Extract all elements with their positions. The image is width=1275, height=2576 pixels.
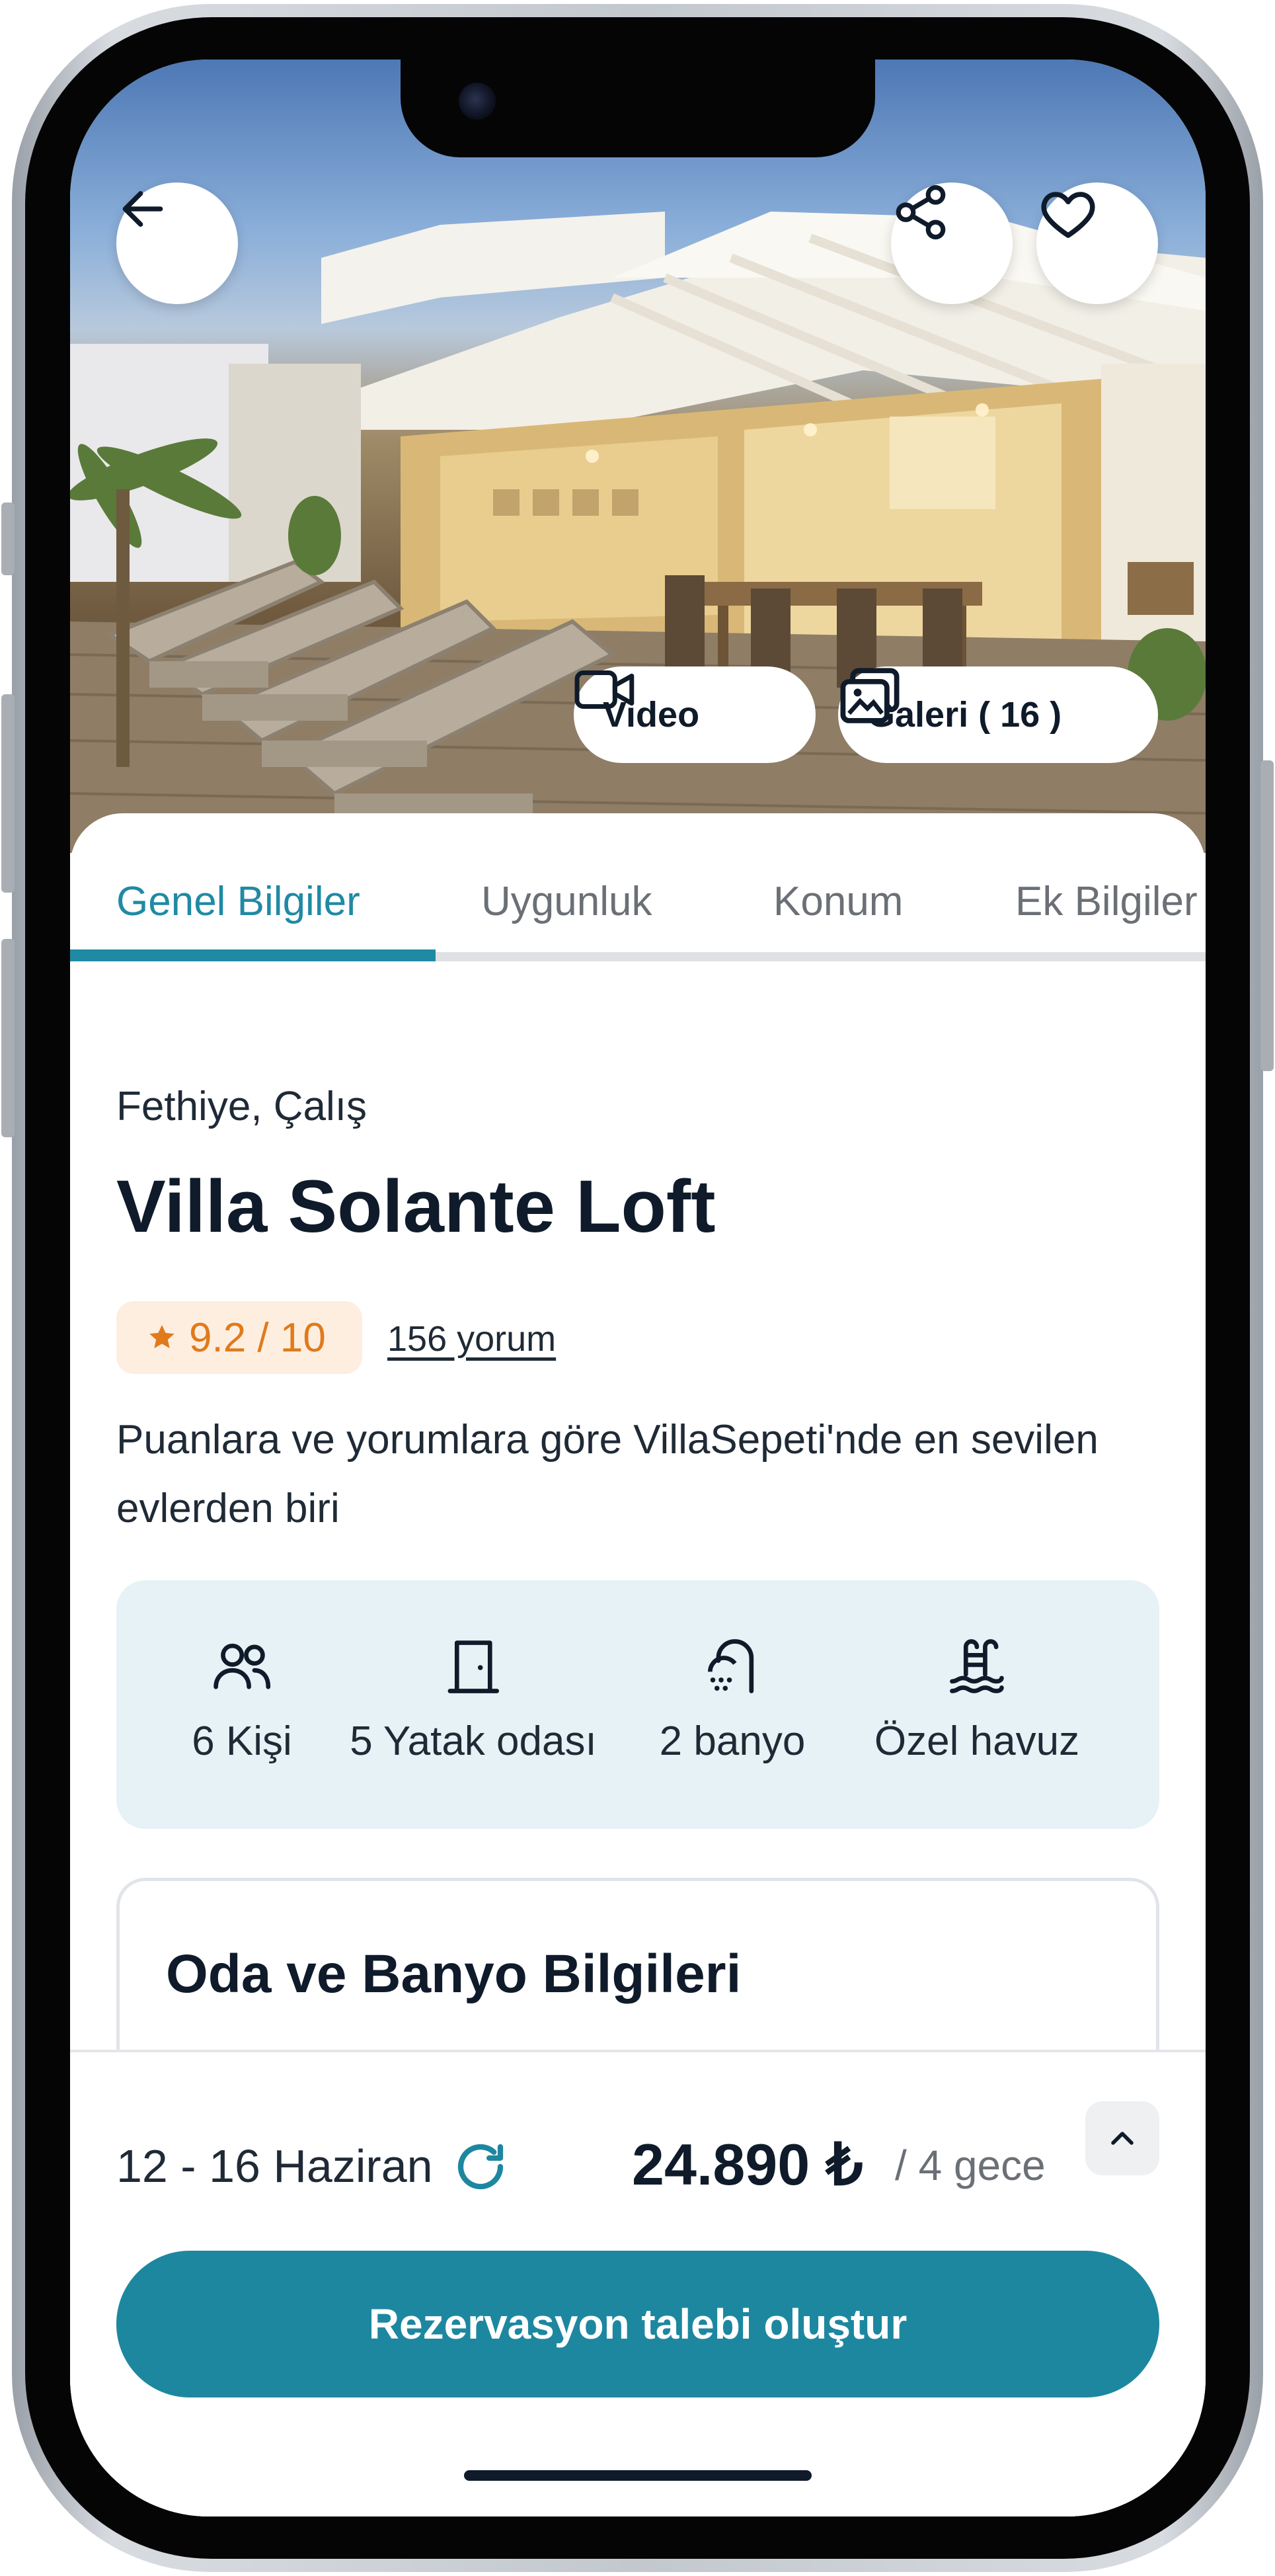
expand-price-button[interactable]	[1085, 2101, 1159, 2175]
tab-genel-bilgiler[interactable]: Genel Bilgiler	[116, 878, 360, 925]
video-button[interactable]: Video	[574, 666, 816, 763]
users-icon	[213, 1643, 270, 1689]
front-camera	[459, 83, 496, 120]
side-button-left-2	[1, 694, 15, 893]
total-price: 24.890 ₺	[632, 2132, 863, 2197]
arrow-left-icon	[122, 191, 163, 227]
tab-active-indicator	[70, 949, 436, 961]
share-button[interactable]	[891, 182, 1013, 304]
tab-uygunluk[interactable]: Uygunluk	[481, 878, 652, 925]
pool-icon	[950, 1639, 1004, 1693]
side-button-left-3	[1, 939, 15, 1137]
reviews-link[interactable]: 156 yorum	[387, 1318, 556, 1359]
listing-title: Villa Solante Loft	[116, 1165, 716, 1248]
feature-guests: 6 Kişi	[192, 1633, 292, 1765]
hero-photo: Video Galeri ( 16 )	[70, 60, 1206, 853]
feature-bathrooms-label: 2 banyo	[659, 1718, 806, 1764]
rating-badge: 9.2 / 10	[116, 1301, 362, 1374]
side-button-left-1	[1, 503, 15, 575]
feature-pool-label: Özel havuz	[874, 1718, 1080, 1764]
screen: Video Galeri ( 16 ) Genel Bilgiler Uygun…	[70, 60, 1206, 2516]
tab-bar: Genel Bilgiler Uygunluk Konum Ek Bilgile…	[70, 813, 1206, 965]
feature-bedrooms-label: 5 Yatak odası	[350, 1718, 597, 1764]
feature-bedrooms: 5 Yatak odası	[350, 1633, 597, 1765]
feature-bathrooms: 2 banyo	[659, 1633, 806, 1765]
heart-icon	[1041, 192, 1095, 238]
gallery-icon	[840, 668, 900, 723]
feature-guests-label: 6 Kişi	[192, 1718, 292, 1764]
booking-dates[interactable]: 12 - 16 Haziran	[116, 2140, 433, 2193]
tab-ek-bilgiler[interactable]: Ek Bilgiler	[1015, 878, 1198, 925]
rating-value: 9.2 / 10	[189, 1314, 326, 1361]
tab-konum[interactable]: Konum	[773, 878, 903, 925]
reservation-request-button[interactable]: Rezervasyon talebi oluştur	[116, 2251, 1159, 2397]
listing-location: Fethiye, Çalış	[116, 1084, 367, 1129]
star-icon	[149, 1324, 174, 1349]
feature-pool: Özel havuz	[874, 1633, 1079, 1765]
favorite-button[interactable]	[1036, 182, 1158, 304]
door-icon	[447, 1640, 499, 1693]
video-camera-icon	[574, 670, 635, 709]
listing-description: Puanlara ve yorumlara göre VillaSepeti'n…	[116, 1417, 1099, 1531]
share-icon	[896, 184, 946, 240]
price-per-nights: / 4 gece	[895, 2142, 1046, 2189]
booking-bar: 12 - 16 Haziran 24.890 ₺ / 4 gece Rezerv…	[70, 2050, 1206, 2516]
features-panel: 6 Kişi 5 Yatak odası 2 banyo Özel havuz	[116, 1580, 1159, 1829]
side-button-right	[1260, 760, 1274, 1071]
refresh-icon[interactable]	[451, 2137, 510, 2196]
shower-icon	[708, 1639, 754, 1693]
back-button[interactable]	[116, 182, 238, 304]
gallery-button[interactable]: Galeri ( 16 )	[838, 666, 1158, 763]
chevron-up-icon	[1111, 2132, 1134, 2145]
rooms-card-title: Oda ve Banyo Bilgileri	[166, 1944, 742, 2004]
home-indicator	[464, 2470, 812, 2481]
